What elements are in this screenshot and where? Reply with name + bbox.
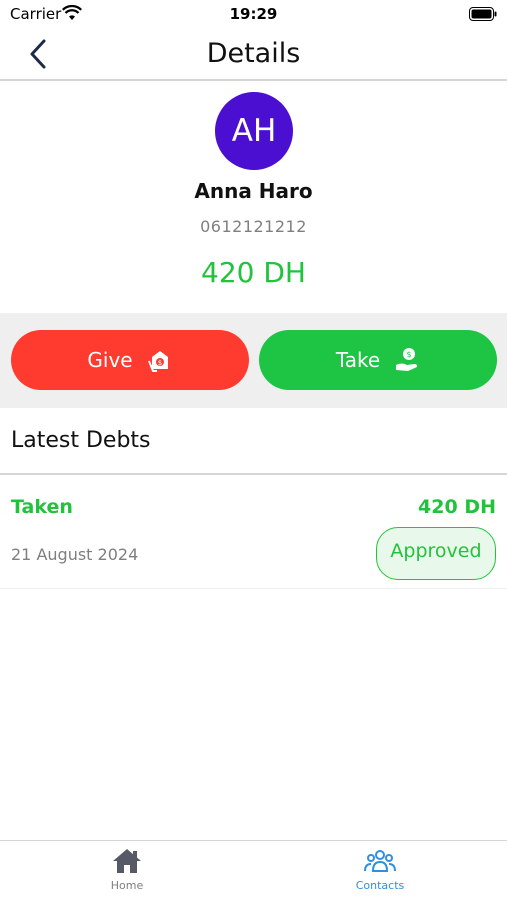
take-money-icon: $: [396, 348, 418, 371]
debt-date: 21 August 2024: [11, 545, 139, 564]
tab-home[interactable]: Home: [67, 847, 187, 897]
page-title: Details: [206, 38, 301, 69]
tab-contacts-label: Contacts: [355, 879, 405, 892]
clock: 19:29: [229, 5, 278, 23]
status-badge: Approved: [376, 527, 496, 580]
navigation-bar: Details: [0, 28, 507, 81]
contact-name: Anna Haro: [194, 179, 313, 203]
svg-text:$: $: [157, 359, 161, 367]
tab-bar: Home Contacts: [0, 840, 507, 900]
debt-amount: 420 DH: [418, 496, 496, 518]
home-icon: [113, 849, 141, 873]
contact-phone: 0612121212: [200, 217, 307, 236]
debt-list-item[interactable]: Taken 420 DH 21 August 2024 Approved: [0, 475, 507, 589]
debt-type: Taken: [11, 496, 73, 518]
latest-debts-heading: Latest Debts: [11, 428, 151, 453]
tab-home-label: Home: [110, 879, 144, 892]
tab-contacts[interactable]: Contacts: [320, 847, 440, 897]
status-bar: Carrier 19:29: [0, 0, 507, 28]
svg-text:$: $: [407, 350, 412, 359]
take-button[interactable]: Take $: [259, 330, 497, 390]
contacts-icon: [364, 850, 396, 872]
give-money-icon: $: [147, 351, 168, 372]
take-button-label: Take: [335, 348, 381, 372]
give-button-label: Give: [87, 348, 133, 372]
battery-icon: [469, 7, 497, 21]
contact-balance: 420 DH: [201, 256, 306, 289]
give-button[interactable]: Give $: [11, 330, 249, 390]
avatar: AH: [215, 92, 293, 170]
action-bar: Give $ Take $: [0, 313, 507, 408]
